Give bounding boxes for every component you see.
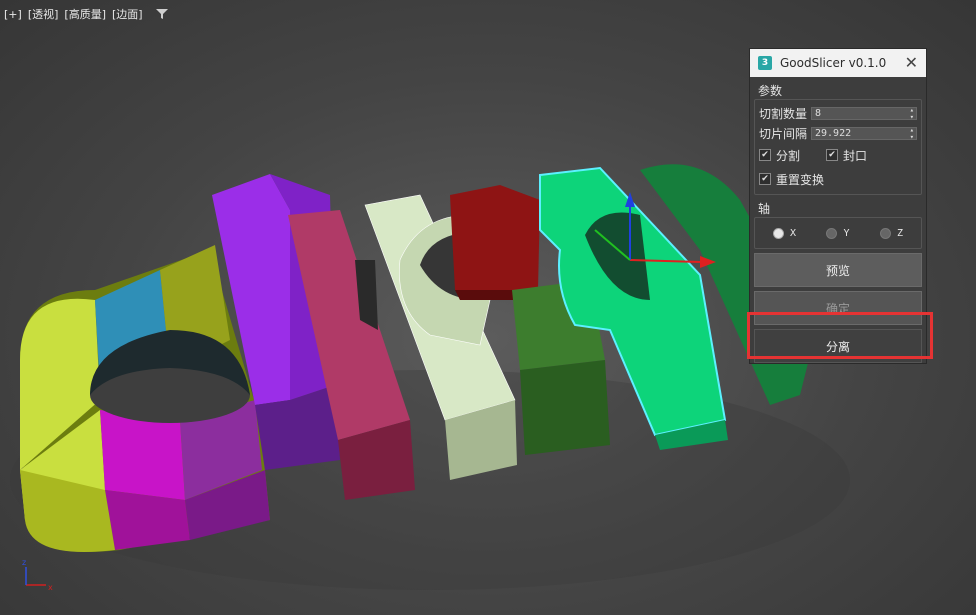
radio-icon[interactable] [826, 227, 838, 239]
viewport-plus-menu[interactable]: [+] [4, 8, 22, 21]
spinner-arrows-icon[interactable]: ▴ ▾ [910, 126, 914, 141]
checkmark-icon[interactable]: ✔ [759, 149, 771, 161]
reset-row: ✔ 重置变换 [759, 167, 917, 191]
reset-transform-checkbox[interactable]: ✔ 重置变换 [759, 171, 824, 188]
dialog-titlebar[interactable]: 3 GoodSlicer v0.1.0 ✕ [750, 49, 926, 77]
slice-spacing-row: 切片间隔 29.922 ▴ ▾ [759, 123, 917, 143]
axis-z-label: Z [896, 227, 903, 239]
radio-selected-icon[interactable] [773, 227, 784, 239]
axis-group-label: 轴 [758, 202, 771, 216]
viewport-label-bar: [+] [透视] [高质量] [边面] [4, 6, 169, 22]
spinner-arrows-icon[interactable]: ▴ ▾ [910, 106, 914, 121]
split-label: 分割 [776, 148, 801, 163]
viewport-quality-menu[interactable]: [高质量] [64, 6, 106, 22]
axis-tripod: x z [22, 558, 53, 592]
goodslicer-dialog: 3 GoodSlicer v0.1.0 ✕ 参数 切割数量 8 ▴ ▾ 切片间隔 … [749, 48, 927, 364]
slice-count-spinner[interactable]: 8 ▴ ▾ [811, 106, 917, 121]
slice-count-label: 切割数量 [759, 106, 808, 121]
axis-y-label: Y [843, 227, 850, 239]
axis-group: X Y Z [754, 217, 922, 249]
radio-icon[interactable] [879, 227, 891, 239]
split-cap-row: ✔ 分割 ✔ 封口 [759, 143, 917, 167]
app-icon: 3 [758, 56, 772, 70]
slice-count-value[interactable]: 8 [815, 108, 821, 119]
axis-radio-row: X Y Z [759, 221, 917, 245]
dialog-title: GoodSlicer v0.1.0 [780, 56, 887, 70]
params-group-label: 参数 [758, 84, 783, 98]
axis-x-label: X [790, 227, 797, 239]
slice-count-row: 切割数量 8 ▴ ▾ [759, 103, 917, 123]
close-button[interactable]: ✕ [905, 55, 918, 71]
checkmark-icon[interactable]: ✔ [826, 149, 839, 161]
slice-spacing-spinner[interactable]: 29.922 ▴ ▾ [811, 126, 917, 141]
axis-x-radio[interactable]: X [773, 227, 797, 239]
confirm-button[interactable]: 确定 [754, 291, 922, 325]
filter-icon[interactable] [155, 7, 169, 21]
slice-spacing-value[interactable]: 29.922 [815, 128, 851, 139]
axis-z-radio[interactable]: Z [879, 227, 903, 239]
slice-spacing-label: 切片间隔 [759, 126, 808, 141]
preview-button[interactable]: 预览 [754, 253, 922, 287]
params-group: 切割数量 8 ▴ ▾ 切片间隔 29.922 ▴ ▾ ✔ 分割 ✔ 封口 ✔ 重… [754, 99, 922, 195]
viewport-view-menu[interactable]: [透视] [28, 6, 59, 22]
axis-y-radio[interactable]: Y [826, 227, 850, 239]
detach-button[interactable]: 分离 [754, 329, 922, 363]
svg-text:x: x [48, 583, 53, 592]
cap-label: 封口 [843, 148, 868, 163]
split-checkbox[interactable]: ✔ 分割 [759, 147, 800, 164]
checkmark-icon[interactable]: ✔ [759, 173, 771, 185]
svg-text:z: z [22, 558, 26, 567]
cap-checkbox[interactable]: ✔ 封口 [826, 147, 867, 164]
reset-transform-label: 重置变换 [776, 172, 825, 187]
viewport-shading-menu[interactable]: [边面] [112, 6, 143, 22]
letter-red-block [450, 185, 540, 300]
